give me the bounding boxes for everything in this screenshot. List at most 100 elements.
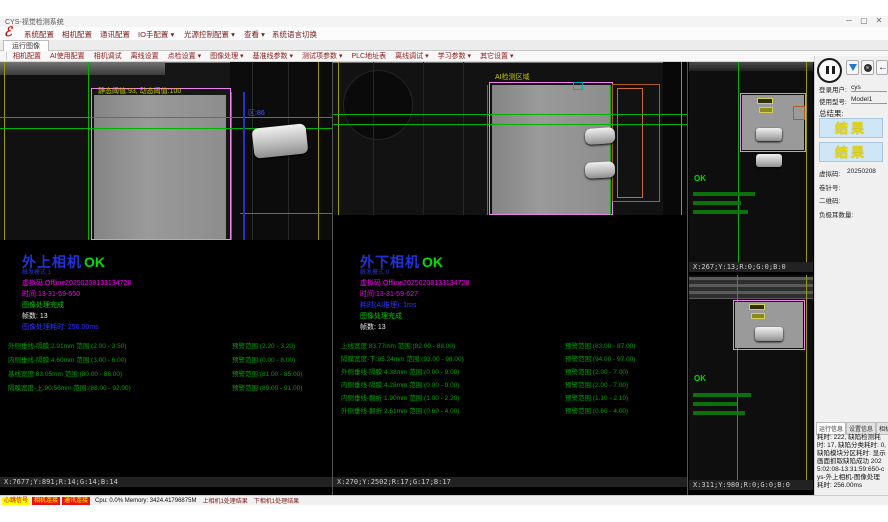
virtual-code-value: 20250208 — [847, 168, 876, 175]
maximize-button[interactable]: ▢ — [857, 16, 871, 25]
cpu-memory-text: Cpu: 0.0% Memory: 3424.41796875M — [95, 498, 196, 504]
machine-dark-right — [663, 62, 687, 215]
title-bar: CYS-视觉检测系统 ─ ▢ ✕ — [0, 16, 888, 27]
app-logo-icon: ℰ — [4, 25, 12, 40]
exit-button[interactable]: ← — [876, 60, 888, 75]
measurement-row: 内侧垂线-隔膜:4.28mm 范围:(0.00 - 9.00)预警范围:(2.0… — [341, 379, 685, 389]
left-camera-image[interactable]: 静态阈值:93, 动态阈值:100 区:86 — [0, 62, 332, 240]
tool-spot-check[interactable]: 点检设置 ▾ — [168, 51, 201, 61]
frame-count-text: 帧数: 13 — [360, 322, 386, 332]
tool-plc-address-table[interactable]: PLC地址表 — [352, 51, 387, 61]
electrode-tab — [755, 327, 783, 341]
small-bottom-image[interactable]: OK — [689, 275, 813, 480]
back-arrow-icon: ← — [878, 62, 888, 73]
toolbar: 相机配置 AI使用配置 相机调试 离线设置 点检设置 ▾ 图像处理 ▾ 基准线参… — [0, 51, 888, 62]
machine-line — [463, 62, 464, 215]
menu-light-control-config[interactable]: 光源控制配置 ▾ — [184, 29, 235, 40]
tab-run-image[interactable]: 运行图像 — [3, 40, 49, 51]
frame-count-text: 帧数: 13 — [22, 311, 48, 321]
calib-line — [806, 62, 807, 262]
ai-region-rect — [793, 106, 805, 120]
tool-test-params[interactable]: 测试项参数 ▾ — [302, 51, 342, 61]
measurement-row: 上线宽度:83.77mm 范围:(82.00 - 88.00)预警范围:(83.… — [341, 340, 685, 350]
mid-camera-image[interactable]: AI检测区域 — [333, 62, 687, 215]
calib-line — [806, 275, 807, 480]
camera-tool-button[interactable] — [861, 60, 874, 75]
menu-comm-config[interactable]: 通讯配置 — [100, 29, 130, 40]
time-text: 时间:13-31-59-627 — [360, 289, 418, 299]
result-ok: OK — [422, 254, 443, 270]
flask-icon — [849, 64, 857, 71]
electrode-tab — [756, 154, 782, 167]
measurement-row: 隔膜宽度-下:95.24mm 范围:(93.00 - 98.00)预警范围:(9… — [341, 353, 685, 363]
roi-rect — [489, 82, 613, 215]
menu-io-config[interactable]: IO手配置 ▾ — [138, 29, 174, 40]
tool-baseline-params[interactable]: 基准线参数 ▾ — [253, 51, 293, 61]
tool-camera-config[interactable]: 相机配置 — [13, 51, 41, 61]
measurement-row: 外侧垂线-翻折:2.61mm 范围:(0.60 - 4.00)预警范围:(0.6… — [341, 405, 685, 415]
electrode-tab — [585, 161, 616, 179]
tool-offline-debug[interactable]: 离线调试 ▾ — [395, 51, 428, 61]
comm-link-status-badge: 通讯连接 — [62, 497, 90, 505]
label-box-overlay — [751, 313, 765, 319]
calib-line — [4, 62, 5, 240]
pause-button[interactable] — [817, 58, 842, 83]
roi-rect — [91, 88, 231, 240]
model-label: 使用型号: — [819, 96, 847, 106]
result-text-line — [693, 411, 745, 415]
tool-image-process[interactable]: 图像处理 ▾ — [210, 51, 243, 61]
trigger-mode-text: 触发模式:0 — [360, 267, 389, 276]
menu-system-config[interactable]: 系统配置 — [24, 29, 54, 40]
small-top-image[interactable]: OK — [689, 62, 813, 262]
run-info-text: 耗时: 222, 缺陷检测耗时: 17, 缺陷分类耗时: 0, 缺陷模块分区耗时… — [817, 434, 886, 490]
result-ok: OK — [84, 254, 105, 270]
machine-band — [689, 62, 813, 71]
lower-camera-result-link[interactable]: 下相机1处理结果 — [254, 496, 299, 505]
window-title: CYS-视觉检测系统 — [5, 17, 64, 27]
negative-tab-count-label: 负极耳数量: — [819, 209, 853, 219]
process-status-text: 图像处理完成 — [22, 300, 64, 310]
threshold-overlay-text: 静态阈值:93, 动态阈值:100 — [98, 86, 181, 96]
electrode-tab — [756, 128, 782, 141]
teal-marker-rect — [573, 82, 583, 90]
label-box-overlay — [759, 107, 773, 113]
measurement-row: 内侧垂线-隔膜:4.60mm 范围:(3.00 - 6.00)预警范围:(0.0… — [8, 354, 330, 364]
measurement-row: 外侧垂线-隔膜:2.91mm 范围:(2.00 - 3.50)预警范围:(2.2… — [8, 340, 330, 350]
trigger-mode-text: 触发模式:1 — [22, 267, 51, 276]
menu-camera-config[interactable]: 相机配置 — [62, 29, 92, 40]
camera-link-status-badge: 相机连接 — [32, 497, 60, 505]
baseline — [333, 124, 687, 125]
machine-edge-line — [333, 62, 687, 63]
barcode-text: 虚拟码:Offline20250208133134728 — [360, 278, 469, 288]
tool-ai-use-config[interactable]: AI使用配置 — [50, 51, 85, 61]
heartbeat-status-badge: 心跳信号 — [2, 497, 30, 505]
menu-view[interactable]: 查看 ▾ — [244, 29, 265, 40]
tool-learn-params[interactable]: 学习参数 ▾ — [438, 51, 471, 61]
machine-band — [0, 63, 165, 75]
login-user-field[interactable]: cys — [851, 84, 887, 92]
panel-divider — [687, 62, 688, 495]
machine-band — [689, 277, 813, 299]
ai-region-inner-rect — [617, 88, 643, 198]
ai-tool-button[interactable] — [846, 60, 859, 75]
pause-icon — [832, 66, 835, 74]
result-text-line — [693, 402, 737, 406]
tool-camera-debug[interactable]: 相机调试 — [94, 51, 122, 61]
tool-other-settings[interactable]: 其它设置 ▾ — [480, 51, 513, 61]
upper-camera-result-link[interactable]: 上相机1处理结果 — [202, 496, 247, 505]
ai-region-label: AI检测区域 — [495, 72, 530, 82]
result-ok: OK — [694, 174, 706, 183]
measurement-row: 内侧垂线-翻折:1.90mm 范围:(1.00 - 2.20)预警范围:(1.1… — [341, 392, 685, 402]
label-box-overlay — [749, 304, 765, 310]
edge-detect-line — [88, 62, 89, 240]
login-user-label: 登录用户: — [819, 84, 847, 94]
zone-overlay-label: 区:86 — [248, 108, 265, 118]
tool-offline-setting[interactable]: 离线设置 — [131, 51, 159, 61]
result-text-line — [693, 210, 748, 214]
model-field[interactable]: Model1 — [851, 96, 887, 104]
result-text-line — [693, 201, 741, 205]
minimize-button[interactable]: ─ — [842, 16, 856, 25]
menu-language-switch[interactable]: 系统语言切换 — [272, 29, 317, 40]
close-button[interactable]: ✕ — [872, 16, 886, 25]
measurement-row: 隔膜宽度-上:90.56mm 范围:(88.00 - 92.00)预警范围:(8… — [8, 382, 330, 392]
